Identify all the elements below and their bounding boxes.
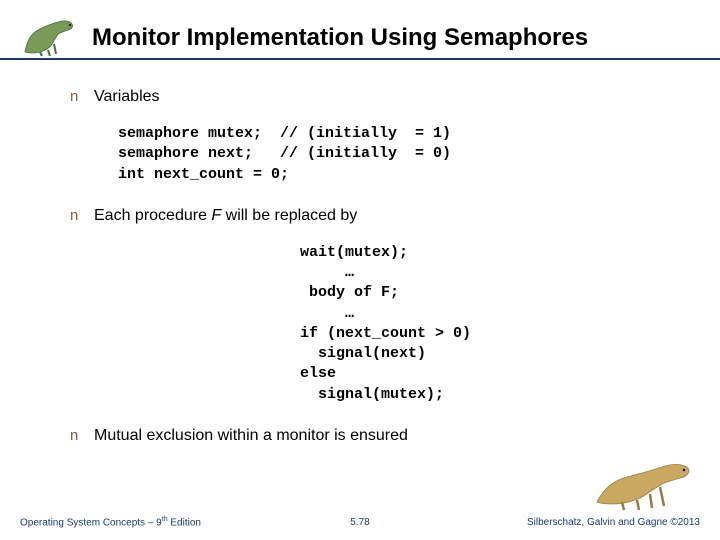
slide-footer: Operating System Concepts – 9th Edition … [0, 516, 720, 528]
footer-left: Operating System Concepts – 9th Edition [20, 516, 201, 528]
slide-content: n Variables semaphore mutex; // (initial… [0, 60, 720, 445]
text-fragment: will be replaced by [221, 207, 357, 224]
dinosaur-right-icon [592, 452, 702, 512]
bullet-marker-icon: n [70, 427, 94, 444]
bullet-text: Each procedure F will be replaced by [94, 207, 357, 225]
footer-text: Operating System Concepts – 9 [20, 517, 162, 528]
bullet-mutual-exclusion: n Mutual exclusion within a monitor is e… [70, 427, 670, 445]
bullet-text: Mutual exclusion within a monitor is ens… [94, 427, 408, 445]
bullet-procedure: n Each procedure F will be replaced by [70, 207, 670, 225]
text-fragment: Each procedure [94, 207, 211, 224]
footer-text: Edition [168, 517, 201, 528]
slide-header: Monitor Implementation Using Semaphores [0, 0, 720, 60]
bullet-marker-icon: n [70, 88, 94, 105]
slide-number: 5.78 [350, 517, 369, 528]
procedure-variable: F [211, 207, 221, 224]
dinosaur-left-icon [20, 14, 80, 58]
bullet-text: Variables [94, 88, 160, 106]
bullet-marker-icon: n [70, 207, 94, 224]
bullet-variables: n Variables [70, 88, 670, 106]
slide-title: Monitor Implementation Using Semaphores [92, 24, 588, 58]
footer-copyright: Silberschatz, Galvin and Gagne ©2013 [527, 517, 700, 528]
code-block-procedure: wait(mutex); … body of F; … if (next_cou… [70, 243, 670, 405]
code-block-variables: semaphore mutex; // (initially = 1) sema… [118, 124, 670, 185]
